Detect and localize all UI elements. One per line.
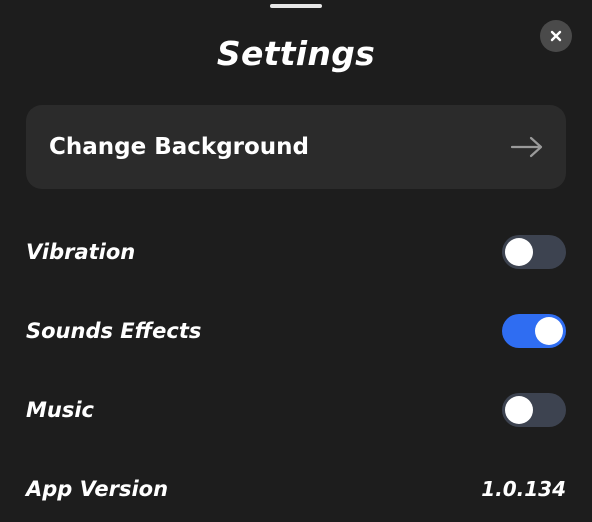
sound-effects-row: Sounds Effects	[26, 311, 566, 351]
app-version-row: App Version 1.0.134	[26, 469, 566, 509]
toggle-knob	[505, 396, 533, 424]
sound-effects-label: Sounds Effects	[26, 319, 202, 343]
music-toggle[interactable]	[502, 393, 566, 427]
music-row: Music	[26, 390, 566, 430]
app-version-label: App Version	[26, 477, 169, 501]
arrow-right-icon	[510, 136, 543, 158]
sound-effects-toggle[interactable]	[502, 314, 566, 348]
vibration-row: Vibration	[26, 232, 566, 272]
change-background-button[interactable]: Change Background	[26, 105, 566, 189]
change-background-label: Change Background	[49, 134, 310, 160]
page-title: Settings	[216, 34, 376, 73]
sheet-grabber-handle[interactable]	[270, 4, 322, 8]
toggle-knob	[505, 238, 533, 266]
app-version-value: 1.0.134	[481, 477, 566, 501]
vibration-label: Vibration	[26, 240, 136, 264]
music-label: Music	[26, 398, 94, 422]
toggle-knob	[535, 317, 563, 345]
vibration-toggle[interactable]	[502, 235, 566, 269]
